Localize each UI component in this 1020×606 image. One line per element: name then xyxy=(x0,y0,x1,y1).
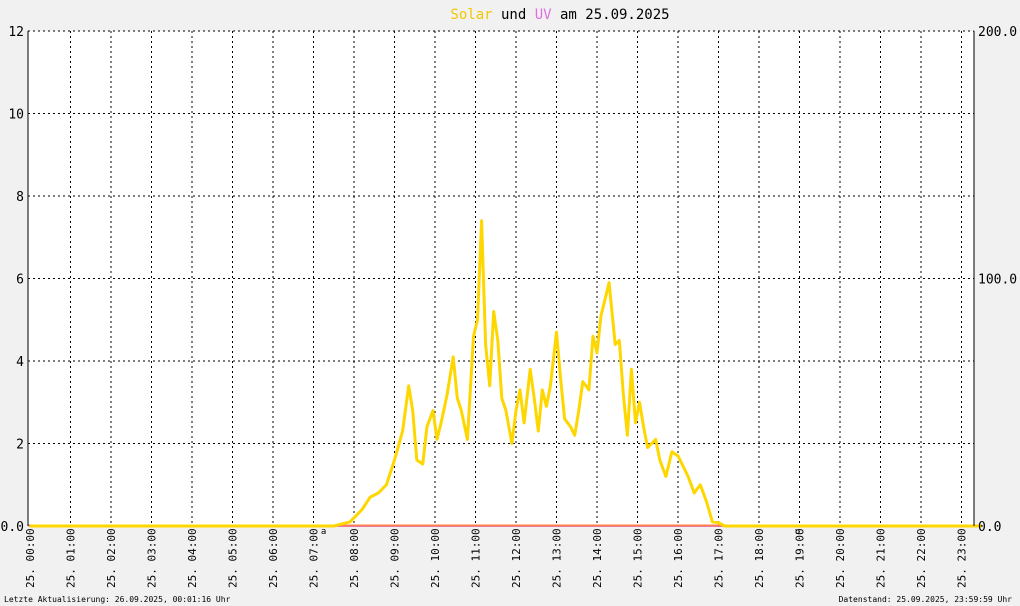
x-tick-label: 25. 18:00 xyxy=(753,528,766,588)
x-tick-label: 25. 20:00 xyxy=(834,528,847,588)
x-tick-label: 25. 14:00 xyxy=(591,528,604,588)
x-tick-label: 25. 08:00 xyxy=(348,528,361,588)
title-uv: UV xyxy=(535,7,552,23)
x-tick-label: 25. 03:00 xyxy=(146,528,159,588)
y-left-tick-label: 12 xyxy=(8,25,24,40)
x-tick-label: 25. 13:00 xyxy=(551,528,564,588)
x-tick-label: 25. 19:00 xyxy=(794,528,807,588)
solar-uv-chart: 0.0 2 4 6 8 10 12 0.0 100.0 200.0 25. 00:00 25. 01:… xyxy=(1,7,1018,604)
title-date: am 25.09.2025 xyxy=(552,7,670,23)
x-tick-label: 25. 06:00 xyxy=(267,528,280,588)
y-left-tick-label: 0.0 xyxy=(1,520,24,535)
x-tick-label: 25. 21:00 xyxy=(875,528,888,588)
marker-label: a xyxy=(321,527,326,537)
x-tick-label: 25. 02:00 xyxy=(105,528,118,588)
x-tick-label: 25. 07:00 xyxy=(308,528,321,588)
y-left-tick-label: 4 xyxy=(16,355,24,370)
x-tick-label: 25. 01:00 xyxy=(65,528,78,588)
y-right-tick-label: 200.0 xyxy=(978,25,1017,40)
x-tick-label: 25. 15:00 xyxy=(632,528,645,588)
y-left-tick-label: 10 xyxy=(8,108,24,123)
x-tick-label: 25. 16:00 xyxy=(672,528,685,588)
y-left-tick-label: 6 xyxy=(16,273,24,288)
x-tick-label: 25. 10:00 xyxy=(429,528,442,588)
y-right-tick-label: 100.0 xyxy=(978,273,1017,288)
x-tick-label: 25. 09:00 xyxy=(389,528,402,588)
x-tick-label: 25. 00:00 xyxy=(24,528,37,588)
footer-data-status: Datenstand: 25.09.2025, 23:59:59 Uhr xyxy=(839,595,1013,604)
x-tick-label: 25. 04:00 xyxy=(186,528,199,588)
y-left-tick-label: 2 xyxy=(16,438,24,453)
x-tick-label: 25. 17:00 xyxy=(713,528,726,588)
x-tick-label: 25. 12:00 xyxy=(510,528,523,588)
x-tick-label: 25. 05:00 xyxy=(227,528,240,588)
x-tick-label: 25. 23:00 xyxy=(956,528,969,588)
chart-title: Solar und UV am 25.09.2025 xyxy=(450,7,669,23)
y-right-tick-label: 0.0 xyxy=(978,520,1001,535)
x-tick-label: 25. 11:00 xyxy=(470,528,483,588)
title-und: und xyxy=(493,7,535,23)
x-tick-label: 25. 22:00 xyxy=(915,528,928,588)
footer-last-update: Letzte Aktualisierung: 26.09.2025, 00:01… xyxy=(4,595,231,604)
y-left-tick-label: 8 xyxy=(16,190,24,205)
marker-label: u xyxy=(795,527,800,537)
title-solar: Solar xyxy=(450,7,492,23)
